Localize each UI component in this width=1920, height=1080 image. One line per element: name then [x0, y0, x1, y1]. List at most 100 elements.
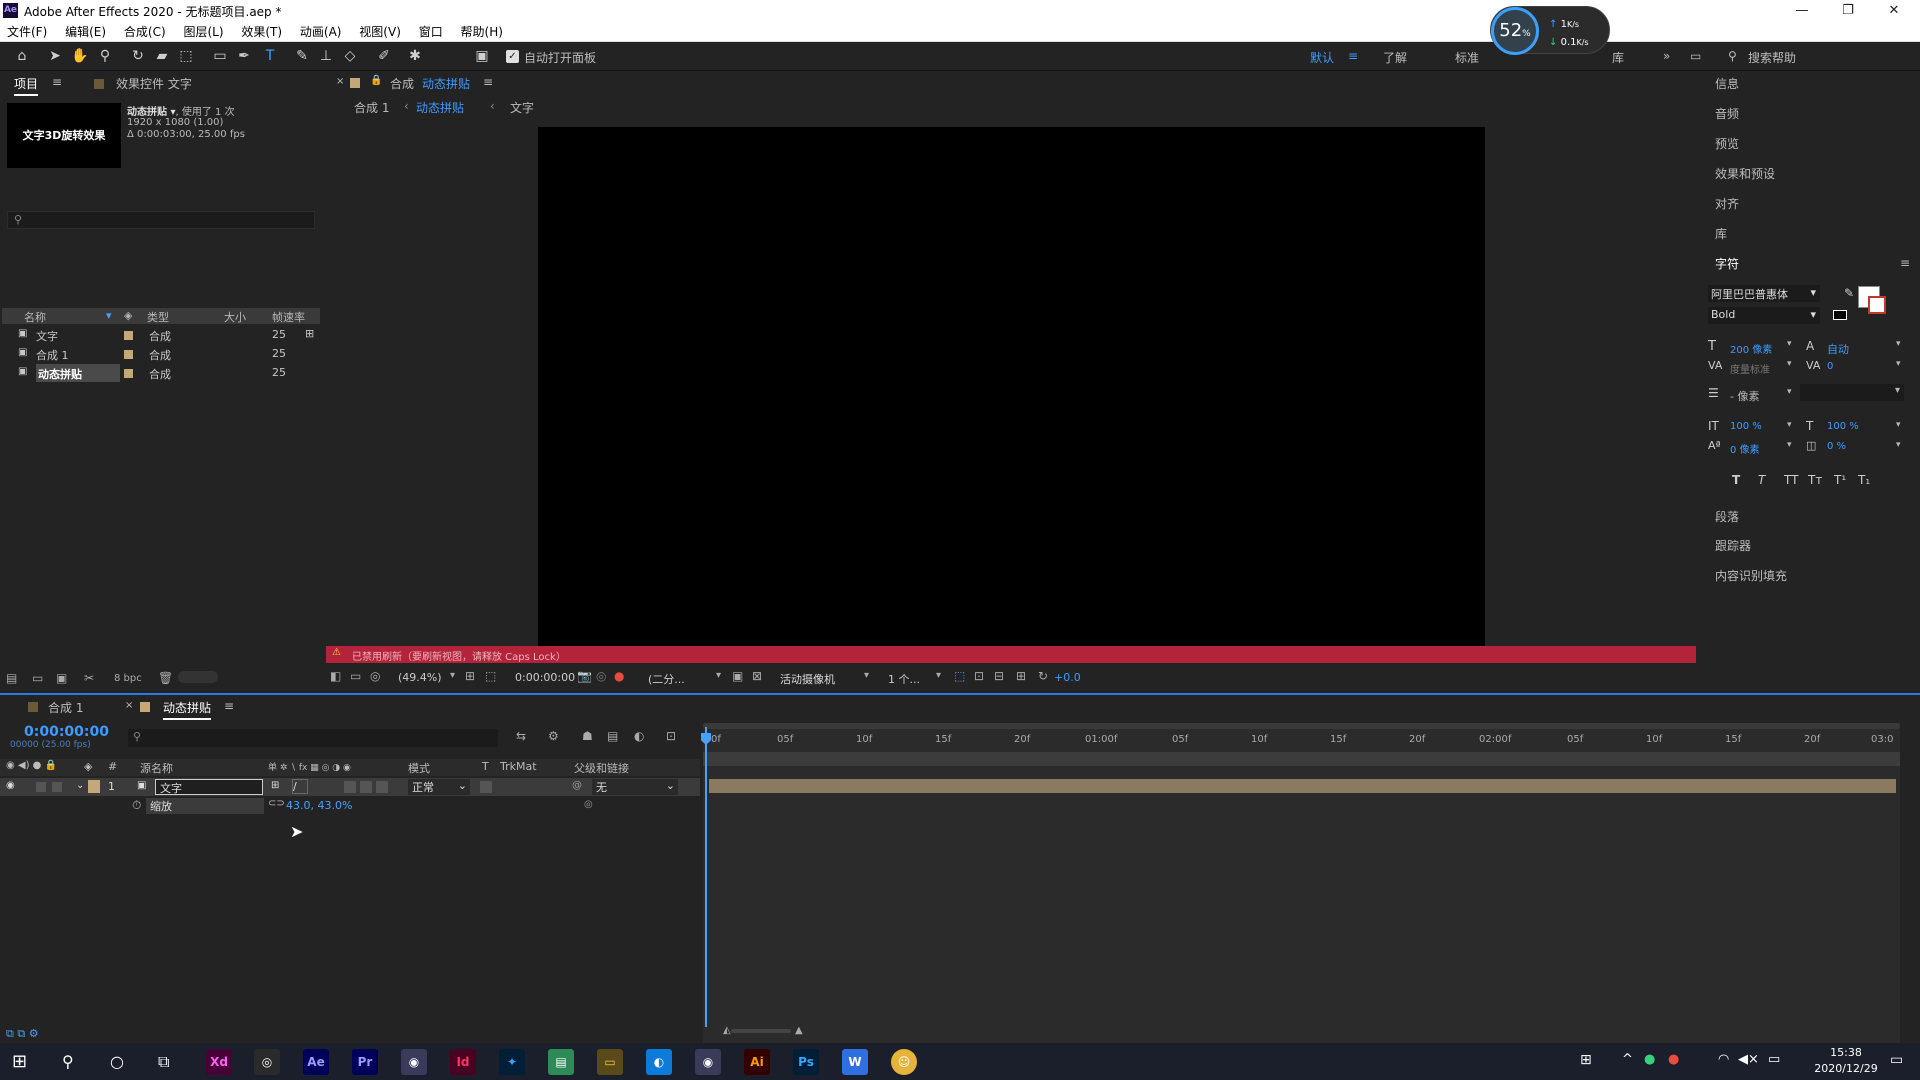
app-ai-icon[interactable]: Ai — [744, 1049, 770, 1075]
panel-preview[interactable]: 预览 — [1715, 135, 1739, 152]
layer-row[interactable]: ◉ ⌄ 1 ▣ 文字 ⊞ ∕ 正常 ⌄ @ 无 ⌄ — [0, 778, 700, 796]
faux-bold-button[interactable]: T — [1732, 473, 1740, 487]
windows-start-icon[interactable]: ⊞ — [12, 1051, 27, 1072]
scale-value[interactable]: 43.0, 43.0% — [286, 799, 352, 812]
switch-box[interactable] — [344, 781, 356, 793]
expand-chevron-icon[interactable]: ⌄ — [76, 780, 84, 791]
bpc-button[interactable]: 8 bpc — [114, 673, 142, 684]
more-workspaces-icon[interactable]: » — [1663, 49, 1670, 63]
label-icon[interactable]: ◈ — [84, 760, 92, 773]
workspace-menu-icon[interactable]: ≡ — [1348, 49, 1358, 63]
label-color-swatch[interactable] — [88, 780, 100, 793]
menu-layer[interactable]: 图层(L) — [176, 22, 230, 42]
menu-effect[interactable]: 效果(T) — [234, 22, 289, 42]
eraser-tool-icon[interactable]: ◇ — [340, 46, 360, 66]
tab-comp1[interactable]: 合成 1 — [48, 699, 83, 716]
reset-exposure-icon[interactable]: ↻ — [1038, 669, 1048, 683]
pick-whip-icon[interactable]: ◎ — [584, 799, 593, 810]
horizontal-scale-value[interactable]: 100 % — [1827, 421, 1859, 432]
collapse-transform-icon[interactable]: ⊞ — [271, 780, 279, 791]
timeline-search-input[interactable]: ⚲ — [128, 729, 498, 747]
tab-project[interactable]: 项目 — [14, 75, 39, 96]
vr-icon[interactable]: ◎ — [370, 669, 380, 683]
list-item[interactable]: ▣ 合成 1 合成 25 — [2, 345, 320, 364]
timeline-track-area[interactable]: 0f 05f 10f 15f 20f 01:00f 05f 10f 15f 20… — [701, 723, 1900, 1045]
font-style-select[interactable]: Bold ▾ — [1708, 307, 1820, 324]
panel-info[interactable]: 信息 — [1715, 75, 1739, 92]
home-icon[interactable]: ⌂ — [12, 46, 32, 66]
col-trkmat[interactable]: TrkMat — [500, 760, 537, 773]
input-method-icon[interactable]: ⊞ — [1580, 1052, 1592, 1068]
app-ps-icon[interactable]: Ps — [793, 1049, 819, 1075]
panel-audio[interactable]: 音频 — [1715, 105, 1739, 122]
zoom-in-icon[interactable]: ◭ — [723, 1025, 731, 1036]
parent-select[interactable]: 无 ⌄ — [592, 779, 678, 795]
sort-icon[interactable]: ▾ — [106, 309, 112, 322]
vertical-scale-value[interactable]: 100 % — [1730, 421, 1762, 432]
timeline-footer-icons[interactable]: ⧉ ⧉ ⚙ — [6, 1027, 39, 1041]
wifi-icon[interactable]: ◠ — [1718, 1052, 1729, 1067]
network-monitor-widget[interactable]: 52% ↑ 1K/s ↓ 0.1K/s — [1490, 6, 1610, 55]
close-tab-icon[interactable]: × — [336, 76, 344, 87]
search-icon[interactable]: ⚲ — [62, 1052, 74, 1071]
menu-help[interactable]: 帮助(H) — [454, 22, 510, 42]
monitor-icon[interactable]: ▭ — [350, 669, 361, 683]
switch-box[interactable] — [360, 781, 372, 793]
toggle-pixel-aspect-icon[interactable]: ⬚ — [954, 669, 965, 683]
panel-effects-presets[interactable]: 效果和预设 — [1715, 165, 1775, 182]
workspace-default[interactable]: 默认 — [1310, 49, 1334, 66]
time-ruler[interactable]: 0f 05f 10f 15f 20f 01:00f 05f 10f 15f 20… — [703, 731, 1900, 749]
all-caps-button[interactable]: TT — [1784, 473, 1798, 487]
graph-editor-icon[interactable]: ⊡ — [666, 729, 676, 743]
col-parent[interactable]: 父级和链接 — [574, 760, 629, 776]
col-framerate[interactable]: 帧速率 — [272, 309, 305, 325]
notification-icon[interactable]: ▭ — [1890, 1052, 1903, 1068]
font-size-value[interactable]: 200 像素 — [1730, 341, 1772, 356]
leading-value[interactable]: 自动 — [1827, 341, 1849, 357]
tab-effect-controls[interactable]: 效果控件 文字 — [116, 75, 192, 92]
solo-toggle[interactable] — [36, 782, 46, 792]
wechat-icon[interactable]: ● — [1644, 1052, 1655, 1067]
app-c4d-2-icon[interactable]: ◉ — [695, 1049, 721, 1075]
camera-dropdown[interactable]: 活动摄像机 — [780, 671, 835, 687]
interpret-footage-icon[interactable]: ▤ — [6, 671, 17, 685]
app-c4d-icon[interactable]: ◉ — [401, 1049, 427, 1075]
project-tab-menu-icon[interactable]: ≡ — [52, 75, 62, 89]
app-obs-icon[interactable]: ◎ — [254, 1049, 280, 1075]
stroke-width-value[interactable]: - 像素 — [1730, 388, 1759, 404]
composition-mini-flowchart-icon[interactable]: ⇆ — [516, 729, 526, 743]
thumbnail-slider[interactable] — [178, 671, 218, 683]
tsume-value[interactable]: 0 % — [1827, 441, 1846, 452]
type-tool-icon[interactable]: T — [260, 46, 280, 66]
search-panel-icon[interactable]: ▭ — [1690, 49, 1701, 63]
clock-date[interactable]: 2020/12/29 — [1814, 1062, 1878, 1075]
switch-box[interactable] — [376, 781, 388, 793]
menu-file[interactable]: 文件(F) — [0, 22, 54, 42]
font-family-select[interactable]: 阿里巴巴普惠体 ▾ — [1708, 285, 1820, 302]
app-word-icon[interactable]: W — [842, 1049, 868, 1075]
stroke-type-select[interactable]: ▾ — [1800, 384, 1904, 401]
safe-zones-icon[interactable]: ⊞ — [465, 669, 475, 683]
col-size[interactable]: 大小 — [224, 309, 246, 325]
app-ae-icon[interactable]: Ae — [303, 1049, 329, 1075]
clock-time[interactable]: 15:38 — [1814, 1046, 1878, 1059]
panel-align[interactable]: 对齐 — [1715, 195, 1739, 212]
channel-icon[interactable]: ● — [614, 669, 624, 683]
exposure-value[interactable]: +0.0 — [1054, 671, 1081, 684]
app-xd-icon[interactable]: Xd — [206, 1049, 232, 1075]
flowchart-icon[interactable]: ⊞ — [305, 327, 314, 340]
stroke-color-swatch[interactable] — [1868, 296, 1886, 314]
shy-layers-icon[interactable]: ☗ — [582, 729, 593, 743]
eye-icon[interactable]: ◉ — [6, 780, 15, 791]
lock-toggle[interactable] — [52, 782, 62, 792]
col-source-name[interactable]: 源名称 — [140, 760, 173, 776]
blend-mode-select[interactable]: 正常 ⌄ — [408, 779, 470, 795]
views-dropdown[interactable]: 1 个... — [888, 671, 920, 687]
constrain-proportions-icon[interactable]: ⊂⊃ — [268, 798, 285, 809]
frame-blending-icon[interactable]: ▤ — [607, 729, 618, 743]
preserve-transparency-toggle[interactable] — [480, 781, 492, 793]
restore-button[interactable]: ❐ — [1825, 0, 1871, 22]
search-icon[interactable]: ⚲ — [1728, 49, 1737, 63]
menu-view[interactable]: 视图(V) — [352, 22, 408, 42]
app-ps-alt-icon[interactable]: ✦ — [499, 1049, 525, 1075]
